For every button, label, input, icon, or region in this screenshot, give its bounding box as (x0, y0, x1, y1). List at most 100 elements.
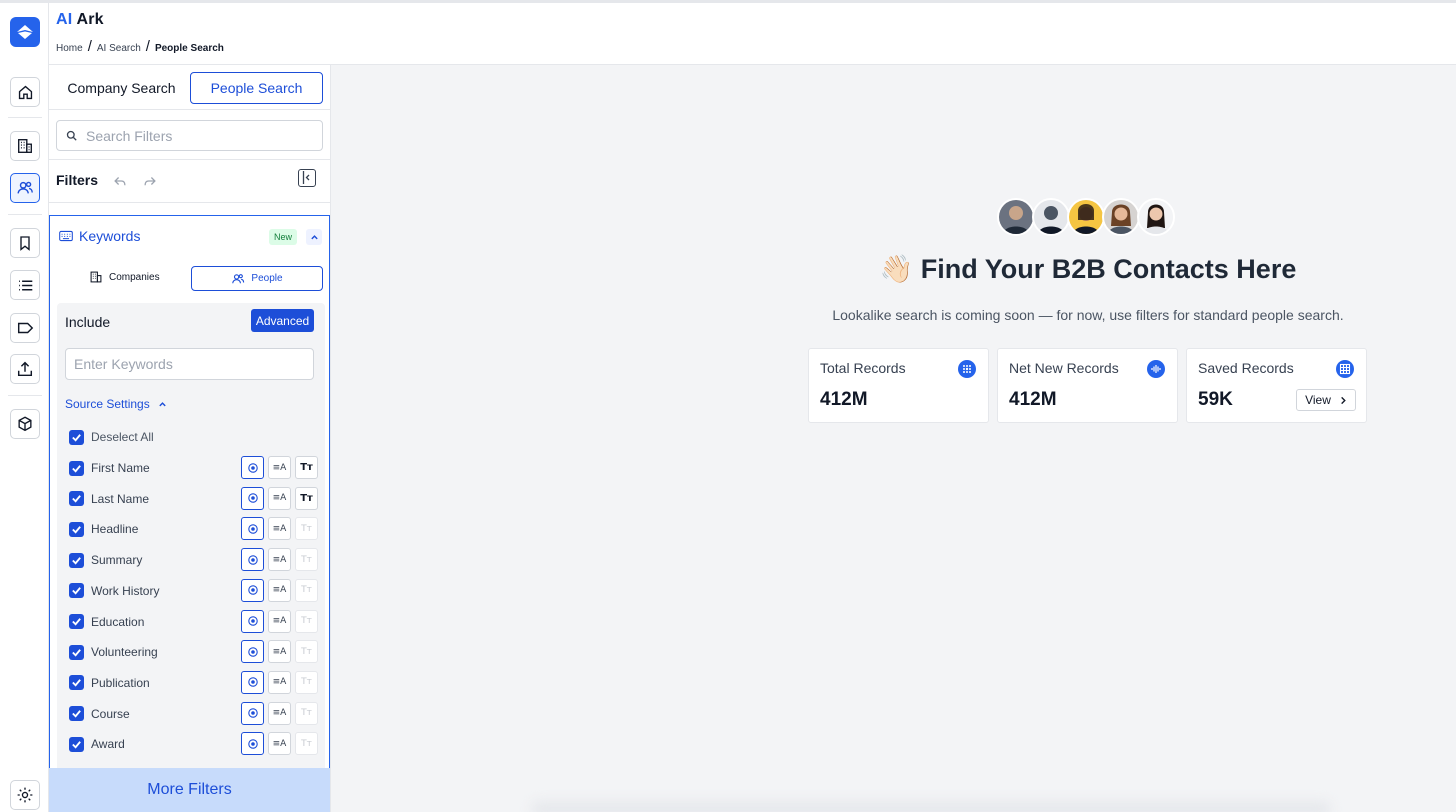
subtab-companies-label: Companies (109, 271, 160, 283)
case-sensitive-icon[interactable]: Tт (295, 517, 318, 541)
fuzzy-match-icon[interactable]: ≡A (268, 640, 291, 664)
tab-people-search[interactable]: People Search (190, 72, 323, 104)
case-sensitive-icon[interactable]: Tт (295, 609, 318, 633)
collapse-panel-icon[interactable] (298, 169, 316, 187)
exact-match-icon[interactable] (241, 517, 264, 541)
source-label: Last Name (91, 491, 150, 506)
exact-match-icon[interactable] (241, 701, 264, 725)
checkbox[interactable] (69, 552, 84, 568)
tag-icon[interactable] (10, 313, 40, 343)
fuzzy-match-icon[interactable]: ≡A (268, 578, 291, 602)
fuzzy-match-icon[interactable]: ≡A (268, 670, 291, 694)
checkbox[interactable] (69, 460, 84, 476)
case-sensitive-icon[interactable]: Tт (295, 732, 318, 756)
source-settings-toggle[interactable]: Source Settings (65, 397, 167, 411)
avatar-stack (997, 198, 1175, 236)
advanced-button[interactable]: Advanced (251, 309, 314, 332)
checkbox[interactable] (69, 583, 84, 599)
breadcrumb-separator: / (145, 38, 150, 55)
breadcrumb-home[interactable]: Home (56, 43, 83, 54)
fuzzy-match-icon[interactable]: ≡A (268, 701, 291, 725)
include-section: Include Advanced Source Settings Deselec… (57, 303, 325, 812)
source-row[interactable]: Summary ≡A Tт (69, 548, 319, 572)
case-sensitive-icon[interactable]: Tт (295, 578, 318, 602)
view-saved-button[interactable]: View (1296, 389, 1356, 411)
source-row[interactable]: Last Name ≡A Tт (69, 486, 319, 511)
source-row[interactable]: Course ≡A Tт (69, 701, 319, 726)
source-row[interactable]: Volunteering ≡A Tт (69, 640, 319, 664)
settings-icon[interactable] (10, 780, 40, 810)
source-row[interactable]: Work History ≡A Tт (69, 578, 319, 603)
rail-divider (8, 395, 42, 396)
filter-search-box (56, 120, 323, 151)
subtab-companies[interactable]: Companies (89, 265, 161, 289)
list-icon[interactable] (10, 270, 40, 300)
source-label: Volunteering (91, 645, 158, 660)
case-sensitive-icon[interactable]: Tт (295, 670, 318, 694)
view-button-label: View (1305, 393, 1331, 407)
chevron-up-icon[interactable] (306, 229, 322, 245)
breadcrumb-ai-search[interactable]: AI Search (97, 43, 141, 54)
checkbox[interactable] (69, 644, 84, 660)
filter-search-input[interactable] (86, 127, 306, 144)
more-filters-button[interactable]: More Filters (49, 768, 330, 812)
building-icon[interactable] (10, 131, 40, 161)
checkbox[interactable] (69, 491, 84, 507)
fuzzy-match-icon[interactable]: ≡A (268, 548, 291, 572)
case-sensitive-icon[interactable]: Tт (295, 456, 318, 479)
stat-value: 412M (1009, 389, 1057, 410)
checkbox[interactable] (69, 675, 84, 691)
keywords-header[interactable]: Keywords (59, 228, 140, 244)
stat-label: Total Records (820, 360, 906, 376)
case-sensitive-icon[interactable]: Tт (295, 701, 318, 725)
source-row[interactable]: Education ≡A Tт (69, 609, 319, 634)
avatar (1067, 198, 1105, 236)
exact-match-icon[interactable] (241, 548, 264, 572)
fuzzy-match-icon[interactable]: ≡A (268, 456, 291, 479)
avatar (997, 198, 1035, 236)
exact-match-icon[interactable] (241, 456, 264, 479)
checkbox[interactable] (69, 736, 84, 752)
filters-title: Filters (56, 172, 99, 188)
exact-match-icon[interactable] (241, 640, 264, 664)
upload-icon[interactable] (10, 354, 40, 384)
home-icon[interactable] (10, 77, 40, 107)
brand-ark-text: Ark (76, 11, 104, 28)
fuzzy-match-icon[interactable]: ≡A (268, 517, 291, 541)
checkbox[interactable] (69, 614, 84, 629)
deselect-all-row[interactable]: Deselect All (69, 425, 319, 449)
redo-icon[interactable] (143, 174, 157, 188)
exact-match-icon[interactable] (241, 609, 264, 633)
exact-match-icon[interactable] (241, 578, 264, 602)
source-row[interactable]: First Name ≡A Tт (69, 456, 319, 480)
people-icon[interactable] (10, 173, 40, 203)
checkbox[interactable] (69, 706, 84, 722)
case-sensitive-icon[interactable]: Tт (295, 486, 318, 510)
app-logo-icon[interactable] (10, 17, 40, 47)
source-row[interactable]: Award ≡A Tт (69, 732, 319, 756)
app-rail (0, 3, 49, 812)
keywords-input[interactable] (65, 348, 314, 380)
bookmark-icon[interactable] (10, 228, 40, 258)
fuzzy-match-icon[interactable]: ≡A (268, 609, 291, 633)
source-row[interactable]: Publication ≡A Tт (69, 670, 319, 695)
tab-company-search[interactable]: Company Search (59, 72, 184, 104)
checkbox[interactable] (69, 429, 84, 445)
exact-match-icon[interactable] (241, 732, 264, 756)
exact-match-icon[interactable] (241, 486, 264, 510)
case-sensitive-icon[interactable]: Tт (295, 640, 318, 664)
case-sensitive-icon[interactable]: Tт (295, 548, 318, 572)
match-options: ≡A Tт (241, 732, 318, 756)
source-label: Summary (91, 553, 143, 568)
page-title: 👋🏻 Find Your B2B Contacts Here (879, 254, 1297, 284)
checkbox[interactable] (69, 521, 84, 537)
subtab-people[interactable]: People (191, 266, 323, 291)
fuzzy-match-icon[interactable]: ≡A (268, 486, 291, 510)
undo-icon[interactable] (113, 174, 127, 188)
deselect-all-label: Deselect All (91, 430, 154, 444)
source-row[interactable]: Headline ≡A Tт (69, 517, 319, 541)
brand-logo[interactable]: AI Ark (56, 11, 104, 29)
cube-icon[interactable] (10, 409, 40, 439)
exact-match-icon[interactable] (241, 670, 264, 694)
fuzzy-match-icon[interactable]: ≡A (268, 732, 291, 756)
